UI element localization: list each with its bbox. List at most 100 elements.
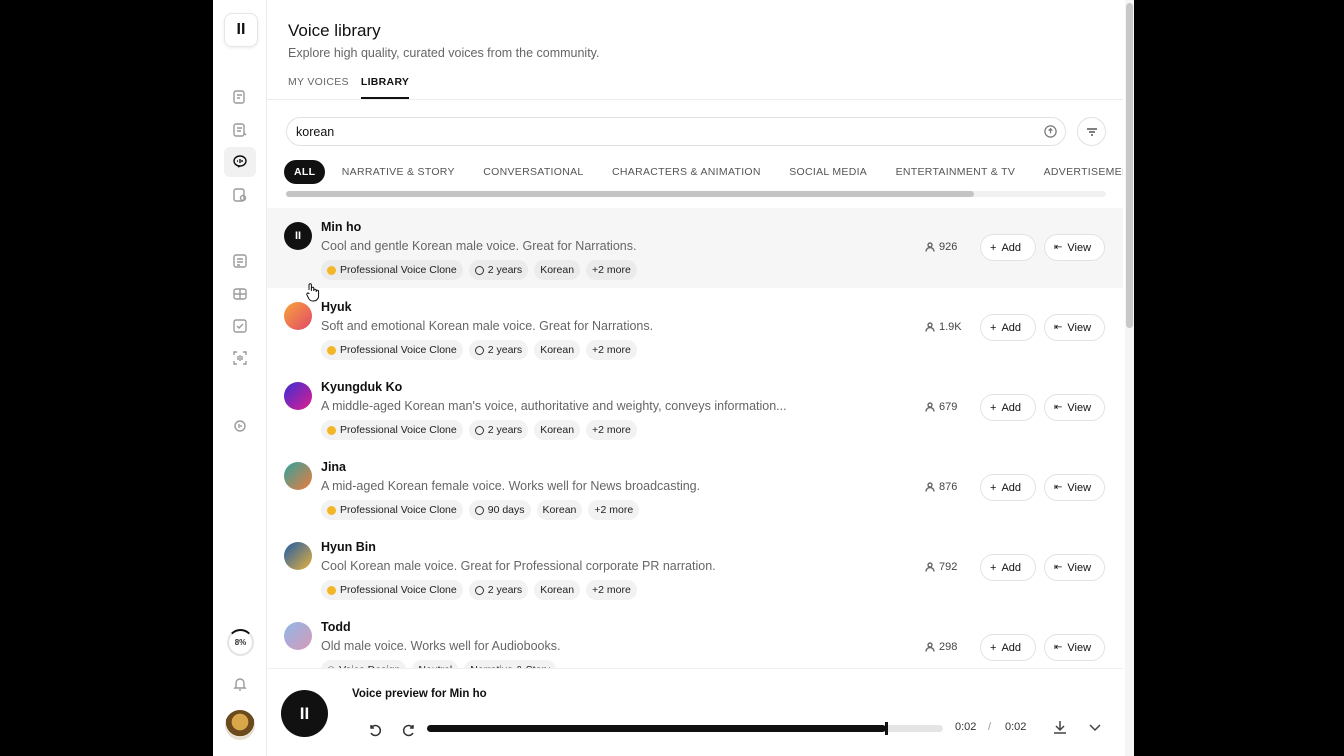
voice-language-tag[interactable]: Narrative & Story [464, 660, 557, 668]
category-scrollbar[interactable] [286, 191, 974, 197]
voice-tags: Professional Voice Clone 2 years Korean … [321, 340, 637, 360]
chip-narrative-story[interactable]: NARRATIVE & STORY [330, 160, 467, 184]
voice-age-tag[interactable]: 2 years [468, 580, 529, 600]
chevron-down-icon[interactable] [1086, 718, 1104, 736]
voice-age-tag[interactable]: 2 years [468, 260, 529, 280]
dubbing-icon[interactable] [230, 284, 250, 304]
page-subtitle: Explore high quality, curated voices fro… [288, 46, 600, 60]
voice-type-tag[interactable]: Professional Voice Clone [321, 580, 463, 600]
voice-avatar[interactable] [284, 382, 312, 410]
add-voice-button[interactable]: + Add [980, 234, 1036, 261]
current-time: 0:02 [955, 721, 977, 733]
voice-language-tag[interactable]: Korean [536, 500, 583, 520]
user-avatar[interactable] [225, 710, 255, 740]
voice-tags: Professional Voice Clone 2 years Korean … [321, 420, 637, 440]
progress-track[interactable] [427, 722, 943, 735]
voice-age-tag[interactable]: 2 years [468, 340, 529, 360]
chip-conversational[interactable]: CONVERSATIONAL [471, 160, 595, 184]
voice-row[interactable]: II Min ho Cool and gentle Korean male vo… [267, 208, 1123, 288]
voice-type-tag[interactable]: Professional Voice Clone [321, 500, 463, 520]
voice-language-tag[interactable]: Korean [534, 340, 581, 360]
search-input[interactable] [286, 117, 1066, 146]
chip-social-media[interactable]: SOCIAL MEDIA [777, 160, 879, 184]
add-voice-button[interactable]: + Add [980, 634, 1036, 661]
view-voice-button[interactable]: ⇤ View [1044, 314, 1105, 341]
more-tag[interactable]: +2 more [586, 340, 637, 360]
filter-button[interactable] [1077, 117, 1106, 146]
chip-all[interactable]: ALL [284, 160, 326, 184]
audio-native-icon[interactable] [230, 416, 250, 436]
user-icon [925, 242, 935, 252]
chip-advertisement[interactable]: ADVERTISEMENT [1032, 160, 1123, 184]
voice-language-tag[interactable]: Korean [534, 260, 581, 280]
voice-isolator-icon[interactable] [230, 348, 250, 368]
add-voice-button[interactable]: + Add [980, 394, 1036, 421]
view-voice-button[interactable]: ⇤ View [1044, 474, 1105, 501]
download-icon[interactable] [1051, 718, 1069, 736]
more-tag[interactable]: +2 more [588, 500, 640, 520]
text-to-speech-icon[interactable] [230, 87, 250, 107]
user-icon [925, 482, 935, 492]
voice-row[interactable]: Hyun Bin Cool Korean male voice. Great f… [267, 528, 1123, 608]
view-icon: ⇤ [1054, 642, 1063, 653]
logo[interactable]: II [224, 13, 258, 47]
tab-my-voices[interactable]: MY VOICES [288, 76, 349, 99]
vertical-scrollbar[interactable] [1126, 3, 1133, 328]
voice-list: II Min ho Cool and gentle Korean male vo… [267, 208, 1123, 668]
add-voice-button[interactable]: + Add [980, 554, 1036, 581]
more-tag[interactable]: +2 more [586, 580, 637, 600]
add-voice-button[interactable]: + Add [980, 314, 1036, 341]
voice-row[interactable]: Hyuk Soft and emotional Korean male voic… [267, 288, 1123, 368]
usage-indicator[interactable]: 8% [227, 629, 254, 656]
voice-avatar[interactable] [284, 302, 312, 330]
more-tag[interactable]: +2 more [586, 420, 637, 440]
rewind-icon[interactable] [367, 722, 383, 738]
view-voice-button[interactable]: ⇤ View [1044, 634, 1105, 661]
voices-icon[interactable] [224, 147, 256, 177]
voice-row[interactable]: Todd Old male voice. Works well for Audi… [267, 608, 1123, 668]
add-voice-button[interactable]: + Add [980, 474, 1036, 501]
total-time: 0:02 [1005, 721, 1027, 733]
more-tag[interactable]: +2 more [586, 260, 637, 280]
user-icon [925, 642, 935, 652]
pause-icon[interactable]: II [284, 222, 312, 250]
forward-icon[interactable] [401, 722, 417, 738]
voice-settings-icon[interactable] [230, 185, 250, 205]
progress-handle[interactable] [885, 722, 889, 735]
plus-icon: + [990, 321, 997, 334]
voice-language-tag[interactable]: Korean [534, 580, 581, 600]
plus-icon: + [990, 641, 997, 654]
view-icon: ⇤ [1054, 402, 1063, 413]
voice-avatar[interactable] [284, 542, 312, 570]
voice-type-tag[interactable]: Professional Voice Clone [321, 260, 463, 280]
voice-age-tag[interactable]: 2 years [468, 420, 529, 440]
view-icon: ⇤ [1054, 562, 1063, 573]
voice-type-tag[interactable]: ☉Voice Design [321, 660, 407, 668]
sound-effects-icon[interactable] [230, 316, 250, 336]
voice-name: Kyungduk Ko [321, 380, 403, 394]
voice-language-tag[interactable]: Korean [534, 420, 581, 440]
voice-tags: Professional Voice Clone 2 years Korean … [321, 580, 637, 600]
plus-icon: + [990, 481, 997, 494]
pause-button[interactable]: II [281, 690, 328, 737]
voice-type-tag[interactable]: Professional Voice Clone [321, 340, 463, 360]
bell-icon[interactable] [230, 674, 250, 694]
view-voice-button[interactable]: ⇤ View [1044, 554, 1105, 581]
voice-type-tag[interactable]: Professional Voice Clone [321, 420, 463, 440]
voice-avatar[interactable] [284, 622, 312, 650]
chip-entertainment-tv[interactable]: ENTERTAINMENT & TV [884, 160, 1028, 184]
voice-age-tag[interactable]: 90 days [468, 500, 531, 520]
pvc-badge-icon [327, 585, 336, 595]
projects-icon[interactable] [230, 251, 250, 271]
tab-library[interactable]: LIBRARY [360, 76, 410, 99]
view-voice-button[interactable]: ⇤ View [1044, 394, 1105, 421]
voice-age-tag[interactable]: Neutral [412, 660, 459, 668]
voice-row[interactable]: Kyungduk Ko A middle-aged Korean man's v… [267, 368, 1123, 448]
speech-to-speech-icon[interactable] [230, 120, 250, 140]
voice-search-icon[interactable] [1043, 124, 1058, 139]
voice-avatar[interactable] [284, 462, 312, 490]
chip-characters-animation[interactable]: CHARACTERS & ANIMATION [600, 160, 773, 184]
plus-icon: + [990, 561, 997, 574]
view-voice-button[interactable]: ⇤ View [1044, 234, 1105, 261]
voice-row[interactable]: Jina A mid-aged Korean female voice. Wor… [267, 448, 1123, 528]
